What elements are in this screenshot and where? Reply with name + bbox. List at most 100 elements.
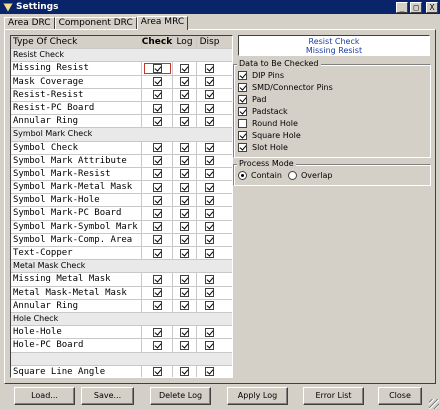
log-checkbox[interactable]	[180, 340, 189, 350]
log-checkbox[interactable]	[180, 63, 189, 73]
contain-radio[interactable]	[238, 171, 247, 180]
data-option[interactable]: Round Hole	[238, 119, 298, 128]
grid-row[interactable]: Square Line Angle	[11, 365, 232, 377]
log-checkbox[interactable]	[180, 90, 189, 100]
disp-checkbox[interactable]	[205, 248, 214, 258]
data-option[interactable]: Slot Hole	[238, 143, 288, 152]
data-option-checkbox[interactable]	[238, 95, 247, 104]
check-checkbox[interactable]	[152, 77, 162, 87]
log-checkbox[interactable]	[180, 209, 189, 219]
delete-log-button[interactable]: Delete Log	[150, 387, 211, 405]
disp-checkbox[interactable]	[205, 116, 214, 126]
data-option-checkbox[interactable]	[238, 83, 247, 92]
resize-grip-icon[interactable]	[429, 399, 439, 409]
check-checkbox[interactable]	[152, 222, 162, 232]
log-checkbox[interactable]	[180, 182, 189, 192]
error-list-button[interactable]: Error List	[303, 387, 364, 405]
log-checkbox[interactable]	[180, 248, 189, 258]
grid-row[interactable]: Text-Copper	[11, 247, 232, 261]
grid-row[interactable]: Resist-Resist	[11, 88, 232, 102]
grid-row[interactable]: Symbol Mark-Hole	[11, 194, 232, 208]
log-checkbox[interactable]	[180, 77, 189, 87]
load-button[interactable]: Load...	[14, 387, 75, 405]
grid-row[interactable]: Hole-PC Board	[11, 339, 232, 353]
grid-row[interactable]: Symbol Mark-Symbol Mark	[11, 220, 232, 234]
minimize-button[interactable]: _	[396, 1, 408, 13]
check-checkbox[interactable]	[152, 288, 162, 298]
data-option-checkbox[interactable]	[238, 143, 247, 152]
data-option-checkbox[interactable]	[238, 131, 247, 140]
maximize-button[interactable]: □	[410, 1, 422, 13]
data-option[interactable]: Square Hole	[238, 131, 301, 140]
check-checkbox[interactable]	[152, 195, 162, 205]
check-checkbox[interactable]	[152, 182, 162, 192]
grid-row[interactable]: Annular Ring	[11, 115, 232, 129]
check-checkbox[interactable]	[152, 327, 162, 337]
check-checkbox[interactable]	[152, 301, 162, 311]
grid-row[interactable]: Resist-PC Board	[11, 101, 232, 116]
disp-checkbox[interactable]	[205, 77, 214, 87]
log-checkbox[interactable]	[180, 103, 189, 113]
grid-row[interactable]: Symbol Check	[11, 141, 232, 155]
overlap-radio-option[interactable]: Overlap	[288, 171, 332, 180]
data-option-checkbox[interactable]	[238, 71, 247, 80]
check-checkbox[interactable]	[152, 209, 162, 219]
check-checkbox[interactable]	[152, 116, 162, 126]
disp-checkbox[interactable]	[205, 195, 214, 205]
disp-checkbox[interactable]	[205, 156, 214, 166]
overlap-radio[interactable]	[288, 171, 297, 180]
check-checkbox[interactable]	[152, 169, 162, 179]
data-option[interactable]: Padstack	[238, 107, 288, 116]
disp-checkbox[interactable]	[205, 143, 214, 153]
log-checkbox[interactable]	[180, 156, 189, 166]
grid-row[interactable]: Metal Mask-Metal Mask	[11, 286, 232, 300]
check-checkbox[interactable]	[152, 103, 162, 113]
grid-row[interactable]: Mask Coverage	[11, 75, 232, 89]
close-window-button[interactable]: X	[426, 1, 438, 13]
data-option-checkbox[interactable]	[238, 119, 247, 128]
check-checkbox[interactable]	[152, 274, 162, 284]
disp-checkbox[interactable]	[205, 235, 214, 245]
check-checkbox[interactable]	[152, 63, 162, 73]
log-checkbox[interactable]	[180, 327, 189, 337]
grid-row[interactable]: Hole-Hole	[11, 326, 232, 340]
selected-cell-highlight[interactable]	[143, 62, 171, 74]
disp-checkbox[interactable]	[205, 274, 214, 284]
grid-row[interactable]: Missing Metal Mask	[11, 273, 232, 287]
tab-area-mrc[interactable]: Area MRC	[136, 16, 189, 30]
disp-checkbox[interactable]	[205, 340, 214, 350]
apply-log-button[interactable]: Apply Log	[227, 387, 288, 405]
log-checkbox[interactable]	[180, 367, 189, 377]
check-checkbox[interactable]	[152, 248, 162, 258]
disp-checkbox[interactable]	[205, 209, 214, 219]
check-checkbox[interactable]	[152, 143, 162, 153]
disp-checkbox[interactable]	[205, 327, 214, 337]
disp-checkbox[interactable]	[205, 169, 214, 179]
check-checkbox[interactable]	[152, 156, 162, 166]
header-disp[interactable]: Disp	[196, 36, 222, 49]
disp-checkbox[interactable]	[205, 103, 214, 113]
log-checkbox[interactable]	[180, 301, 189, 311]
log-checkbox[interactable]	[180, 195, 189, 205]
data-option[interactable]: SMD/Connector Pins	[238, 83, 333, 92]
disp-checkbox[interactable]	[205, 301, 214, 311]
log-checkbox[interactable]	[180, 222, 189, 232]
disp-checkbox[interactable]	[205, 90, 214, 100]
grid-row[interactable]: Annular Ring	[11, 299, 232, 313]
log-checkbox[interactable]	[180, 235, 189, 245]
disp-checkbox[interactable]	[205, 222, 214, 232]
grid-row[interactable]: Symbol Mark-PC Board	[11, 207, 232, 221]
grid-row[interactable]: Symbol Mark-Metal Mask	[11, 181, 232, 195]
data-option[interactable]: DIP Pins	[238, 71, 284, 80]
grid-row[interactable]: Symbol Mark-Comp. Area	[11, 233, 232, 247]
check-checkbox[interactable]	[152, 90, 162, 100]
check-checkbox[interactable]	[152, 367, 162, 377]
log-checkbox[interactable]	[180, 274, 189, 284]
log-checkbox[interactable]	[180, 288, 189, 298]
disp-checkbox[interactable]	[205, 288, 214, 298]
log-checkbox[interactable]	[180, 169, 189, 179]
grid-row[interactable]: Missing Resist	[11, 62, 232, 76]
check-checkbox[interactable]	[152, 340, 162, 350]
data-option[interactable]: Pad	[238, 95, 266, 104]
contain-radio-option[interactable]: Contain	[238, 171, 282, 180]
